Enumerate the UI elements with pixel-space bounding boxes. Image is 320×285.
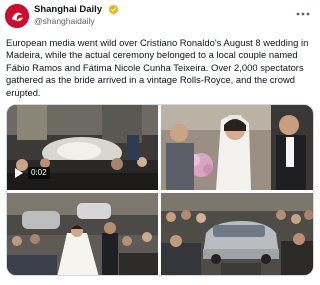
shanghai-daily-logo-icon [5,4,29,28]
bride-crowd-cars-image [7,193,158,275]
post-header: Shanghai Daily @shanghaidaily [5,3,315,29]
account-avatar[interactable] [5,4,29,28]
account-handle[interactable]: @shanghaidaily [34,16,95,26]
video-duration-badge: 0:02 [28,167,50,179]
post-text: European media went wild over Cristiano … [6,37,309,98]
rolls-royce-crowd-image [161,193,313,275]
media-tile-photo[interactable] [7,193,158,275]
media-tile-video[interactable]: 0:02 [7,105,158,190]
media-tile-photo[interactable] [161,193,313,275]
media-grid: 0:02 [6,104,314,276]
more-options-icon[interactable] [295,9,311,19]
verified-badge-icon [108,4,119,15]
media-tile-photo[interactable] [161,105,313,190]
bride-and-groom-image [161,105,313,190]
account-display-name[interactable]: Shanghai Daily [34,4,102,15]
play-icon[interactable] [14,167,24,179]
